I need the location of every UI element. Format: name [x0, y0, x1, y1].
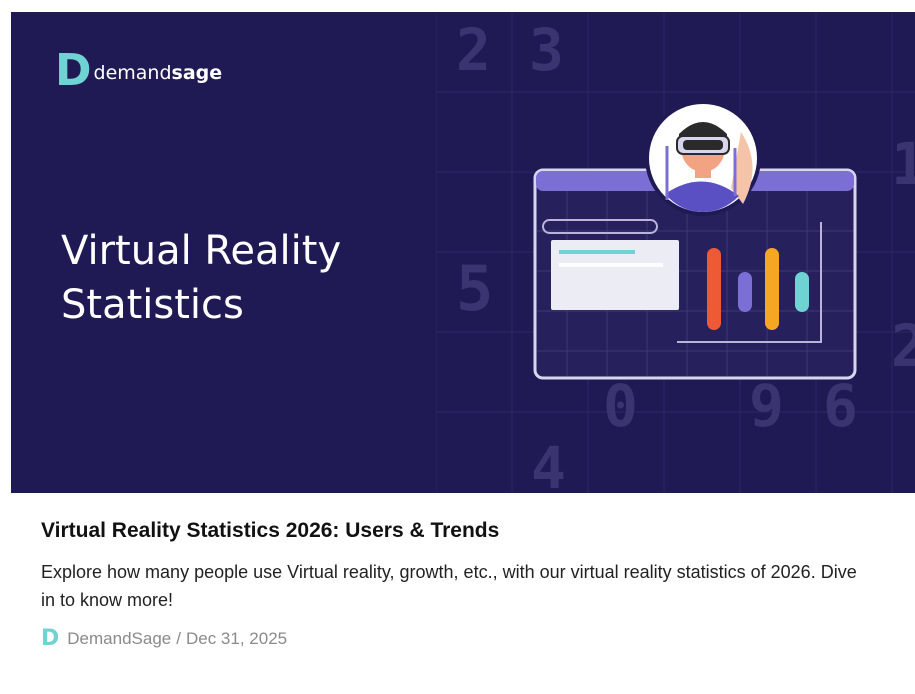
article-caption: Virtual Reality Statistics 2026: Users &…: [41, 517, 895, 650]
bg-digit: 4: [531, 434, 566, 493]
publish-date: Dec 31, 2025: [185, 629, 288, 648]
bg-digit: 0: [603, 372, 638, 440]
bg-digit: 6: [823, 372, 858, 440]
meta-separator: /: [176, 629, 181, 648]
bg-digit: 2: [456, 16, 491, 84]
hero-banner[interactable]: 2 3 5 0 9 6 4 1 2 D demandsage Virtual R…: [11, 12, 915, 493]
hero-title-line-1: Virtual Reality: [61, 228, 342, 274]
bg-digit: 2: [891, 312, 915, 380]
logo-wordmark-prefix: demand: [93, 62, 172, 84]
demandsage-d-logo-icon: D: [41, 626, 60, 651]
hero-title: Virtual Reality Statistics: [61, 224, 441, 332]
logo-wordmark-suffix: sage: [171, 62, 223, 84]
logo-mark-icon: D: [55, 45, 92, 96]
article-meta: D DemandSage / Dec 31, 2025: [41, 628, 895, 650]
article-description: Explore how many people use Virtual real…: [41, 562, 857, 610]
bg-digit: 1: [891, 130, 915, 198]
article-card[interactable]: 2 3 5 0 9 6 4 1 2 D demandsage Virtual R…: [11, 12, 915, 694]
bg-digit: 5: [456, 252, 494, 325]
bg-digit: 9: [749, 372, 784, 440]
article-title[interactable]: Virtual Reality Statistics 2026: Users &…: [41, 517, 895, 545]
logo-wordmark: demandsage: [94, 62, 223, 84]
analytics-dashboard-vr-icon: [533, 100, 857, 380]
author-name[interactable]: DemandSage: [67, 629, 171, 649]
demandsage-logo[interactable]: D demandsage: [55, 45, 223, 96]
bg-digit: 3: [529, 16, 564, 84]
hero-title-line-2: Statistics: [61, 282, 244, 328]
